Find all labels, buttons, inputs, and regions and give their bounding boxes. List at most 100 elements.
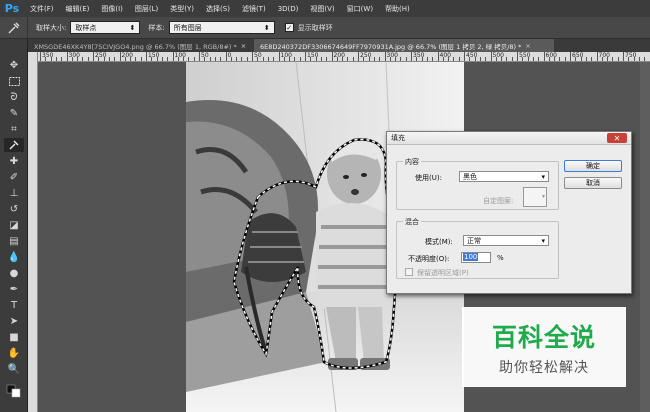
menu-filter[interactable]: 滤镜(T)	[236, 4, 272, 14]
chevron-down-icon: ▾	[541, 236, 545, 245]
ruler-tick	[199, 52, 200, 61]
tab-document-jpg[interactable]: 6E8D240372DF3306674649FF7970931A.jpg @ 6…	[254, 39, 554, 52]
type-tool-icon[interactable]: T	[4, 298, 24, 312]
ruler-minor-tick	[87, 57, 89, 61]
close-icon[interactable]: ✕	[607, 133, 627, 143]
menu-file[interactable]: 文件(F)	[24, 4, 60, 14]
ruler-minor-tick	[82, 57, 84, 61]
dodge-tool-icon[interactable]: ●	[4, 266, 24, 280]
marquee-tool-icon[interactable]	[4, 74, 24, 88]
eyedropper-tool-icon[interactable]	[4, 138, 24, 152]
close-icon[interactable]: ×	[241, 42, 246, 50]
ruler-minor-tick	[363, 57, 365, 61]
menu-help[interactable]: 帮助(H)	[379, 4, 416, 14]
crop-tool-icon[interactable]: ⌗	[4, 122, 24, 136]
content-group-title: 内容	[403, 157, 421, 167]
ruler-minor-tick	[532, 57, 534, 61]
eyedropper-preset-icon[interactable]	[0, 16, 28, 39]
lasso-tool-icon[interactable]: ᘐ	[4, 90, 24, 104]
ruler-minor-tick	[458, 57, 460, 61]
chevron-updown-icon: ⬍	[263, 23, 270, 32]
zoom-tool-icon[interactable]: 🔍	[4, 362, 24, 376]
use-label: 使用(U):	[415, 174, 442, 182]
sample-size-select[interactable]: 取样点 ⬍	[70, 21, 141, 34]
ruler-minor-tick	[405, 57, 407, 61]
quick-select-tool-icon[interactable]: ✎	[4, 106, 24, 120]
ruler-minor-tick	[167, 57, 169, 61]
path-select-tool-icon[interactable]: ➤	[4, 314, 24, 328]
ruler-minor-tick	[220, 57, 222, 61]
ruler-tick	[66, 52, 68, 61]
ruler-minor-tick	[426, 57, 428, 61]
ruler-label: 500	[492, 52, 504, 59]
options-bar: 取样大小: 取样点 ⬍ 样本: 所有图层 ⬍ ✓ 显示取样环	[0, 16, 650, 39]
mode-select[interactable]: 正常 ▾	[463, 235, 549, 246]
ok-button[interactable]: 确定	[564, 160, 622, 172]
ruler-minor-tick	[522, 57, 524, 61]
sample-select[interactable]: 所有图层 ⬍	[168, 21, 275, 34]
ruler-minor-tick	[607, 57, 609, 61]
ruler-tick	[305, 52, 306, 61]
ruler-minor-tick	[193, 57, 195, 61]
eraser-tool-icon[interactable]: ◪	[4, 218, 24, 232]
shape-tool-icon[interactable]: ■	[4, 330, 24, 344]
color-swatches-icon[interactable]	[4, 384, 24, 398]
ruler-minor-tick	[580, 57, 582, 61]
ruler-minor-tick	[448, 57, 450, 61]
ruler-minor-tick	[485, 57, 487, 61]
ruler-label: 350	[413, 52, 425, 59]
ruler-tick	[517, 52, 518, 61]
menu-view[interactable]: 视图(V)	[304, 4, 340, 14]
tab-document-png[interactable]: XMSGDE46XK4Y8[7SCIVJGO4.png @ 66.7% (图层 …	[28, 39, 254, 52]
move-tool-icon[interactable]: ✥	[4, 58, 24, 72]
ruler-tick	[358, 52, 359, 61]
use-select[interactable]: 黑色 ▾	[459, 171, 549, 182]
ruler-minor-tick	[479, 57, 481, 61]
ruler-minor-tick	[289, 57, 291, 61]
gradient-tool-icon[interactable]: ▤	[4, 234, 24, 248]
cancel-button[interactable]: 取消	[564, 177, 622, 189]
show-ring-checkbox[interactable]: ✓	[284, 23, 294, 32]
menu-image[interactable]: 图像(I)	[95, 4, 129, 14]
opacity-unit: %	[497, 254, 504, 262]
ruler-label: 250	[95, 52, 107, 59]
ruler-minor-tick	[389, 57, 391, 61]
blur-tool-icon[interactable]: 💧	[4, 250, 24, 264]
hand-tool-icon[interactable]: ✋	[4, 346, 24, 360]
menu-type[interactable]: 类型(Y)	[164, 4, 200, 14]
menu-edit[interactable]: 编辑(E)	[60, 4, 96, 14]
ruler-tick	[570, 52, 571, 61]
blend-group-title: 混合	[403, 217, 421, 227]
ruler-tick	[40, 52, 41, 61]
ruler-tick	[172, 52, 174, 61]
menu-bar: Ps 文件(F) 编辑(E) 图像(I) 图层(L) 类型(Y) 选择(S) 滤…	[0, 0, 650, 17]
ruler-minor-tick	[135, 57, 137, 61]
dialog-titlebar[interactable]: 填充 ✕	[387, 132, 631, 145]
left-ruler	[28, 52, 38, 412]
ruler-tick	[119, 52, 121, 61]
pen-tool-icon[interactable]: ✒	[4, 282, 24, 296]
opacity-input[interactable]: 100	[461, 252, 491, 263]
vertical-scrollbar[interactable]	[640, 62, 650, 412]
fill-dialog: 填充 ✕ 内容 使用(U): 黑色 ▾ 自定图案: ▾ 混合 模式(M): 正常…	[386, 131, 632, 294]
healing-brush-tool-icon[interactable]: ✚	[4, 154, 24, 168]
preserve-transparency-checkbox[interactable]	[405, 268, 413, 276]
ruler-minor-tick	[342, 57, 344, 61]
brush-tool-icon[interactable]: ✐	[4, 170, 24, 184]
ruler-tick	[543, 52, 545, 61]
ruler-minor-tick	[108, 57, 110, 61]
menu-layer[interactable]: 图层(L)	[129, 4, 164, 14]
menu-select[interactable]: 选择(S)	[200, 4, 236, 14]
opacity-label: 不透明度(O):	[408, 255, 450, 263]
clone-stamp-tool-icon[interactable]: ⊥	[4, 186, 24, 200]
close-icon[interactable]: ×	[525, 42, 530, 50]
ruler-tick	[252, 52, 253, 61]
chevron-down-icon: ▾	[541, 193, 545, 200]
menu-window[interactable]: 窗口(W)	[341, 4, 379, 14]
ruler-minor-tick	[98, 57, 100, 61]
ruler-minor-tick	[114, 57, 116, 61]
history-brush-tool-icon[interactable]: ↺	[4, 202, 24, 216]
menu-3d[interactable]: 3D(D)	[272, 5, 305, 13]
ruler-minor-tick	[395, 57, 397, 61]
watermark: 百科全说 助你轻松解决	[462, 307, 626, 387]
